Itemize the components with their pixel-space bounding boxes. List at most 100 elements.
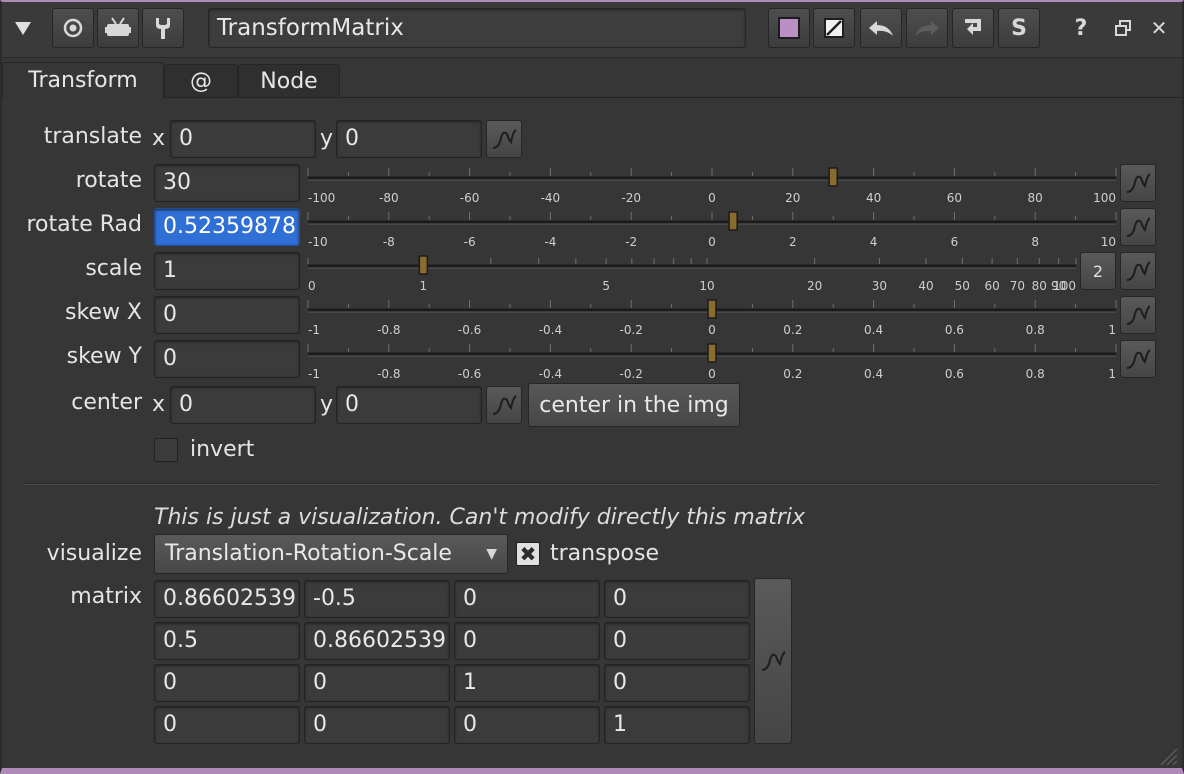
scale-curve-button[interactable] [1120, 252, 1156, 290]
curve-icon [492, 395, 517, 415]
translate-x-input[interactable]: 0 [170, 120, 316, 158]
skew-x-slider[interactable]: -1 -0.8 -0.6 -0.4 -0.2 0 0.2 0.4 0.6 0.8 1 [307, 292, 1117, 338]
rotate-slider[interactable]: -100 -80 -60 -40 -20 0 20 40 60 80 100 [307, 160, 1117, 206]
slider-tick-label: 40 [918, 279, 933, 293]
translate-y-label: y [320, 126, 334, 151]
matrix-cell-2-2: 1 [454, 664, 600, 702]
collapse-triangle-icon[interactable] [6, 8, 40, 48]
slider-tick-label: 0 [708, 323, 716, 337]
redo-button[interactable] [906, 8, 948, 48]
rotate-input[interactable]: 30 [154, 164, 300, 202]
slider-tick-label: -6 [464, 235, 476, 249]
title-bar: TransformMatrix S ? ✕ [2, 2, 1182, 58]
help-button[interactable]: ? [1064, 8, 1098, 48]
slider-tick-label: 0 [708, 191, 716, 205]
visualize-dropdown-value: Translation-Rotation-Scale [165, 541, 452, 566]
center-x-input[interactable]: 0 [170, 386, 316, 424]
tab-expressions[interactable]: @ [164, 64, 238, 98]
resize-grip-icon[interactable] [1156, 744, 1178, 766]
slider-tick-label: 1 [1108, 323, 1116, 337]
rotate-curve-button[interactable] [1120, 164, 1156, 202]
matrix-cell-0-3: 0 [604, 580, 750, 618]
slider-handle [728, 211, 738, 231]
slider-tick-label: -80 [379, 191, 399, 205]
slider-tick-label: 40 [866, 191, 881, 205]
undo-button[interactable] [860, 8, 902, 48]
settings-s-button[interactable]: S [998, 8, 1040, 48]
center-node-icon[interactable] [52, 8, 94, 48]
close-button[interactable]: ✕ [1142, 8, 1176, 48]
slider-tick-label: 8 [1031, 235, 1039, 249]
slider-tick-label: 1 [420, 279, 428, 293]
matrix-label: matrix [70, 584, 142, 609]
translate-y-input[interactable]: 0 [336, 120, 482, 158]
center-y-input[interactable]: 0 [336, 386, 482, 424]
skew-y-label: skew Y [66, 344, 142, 369]
slider-tick-label: 10 [699, 279, 714, 293]
slider-tick-label: 2 [789, 235, 797, 249]
slider-tick-label: 20 [785, 191, 800, 205]
curve-icon [1126, 173, 1151, 193]
skew-x-input[interactable]: 0 [154, 296, 300, 334]
tab-node[interactable]: Node [238, 64, 340, 98]
slider-tick-label: -100 [308, 191, 335, 205]
slider-tick-label: 60 [947, 191, 962, 205]
slider-tick-label: 100 [1053, 279, 1076, 293]
color-swatch-icon [778, 17, 800, 39]
scale-dimension-button[interactable]: 2 [1080, 252, 1116, 290]
reset-icon [965, 19, 981, 35]
slider-tick-label: 60 [984, 279, 999, 293]
color-swatch-2-button[interactable] [813, 8, 855, 48]
visualize-label: visualize [46, 541, 142, 566]
slider-tick-label: -0.4 [539, 367, 562, 381]
skew-x-curve-button[interactable] [1120, 296, 1156, 334]
curve-icon [492, 129, 517, 149]
invert-checkbox[interactable] [154, 438, 178, 462]
viewer-antenna-icon[interactable] [97, 8, 139, 48]
rotate-rad-label: rotate Rad [26, 212, 142, 237]
invert-label: invert [190, 437, 255, 462]
center-curve-button[interactable] [486, 386, 522, 424]
reset-button[interactable] [952, 8, 994, 48]
slider-tick-label: 80 [1032, 279, 1047, 293]
skew-y-input[interactable]: 0 [154, 340, 300, 378]
slider-tick-label: -8 [383, 235, 395, 249]
slider-tick-label: -60 [460, 191, 480, 205]
rotate-rad-curve-button[interactable] [1120, 208, 1156, 246]
slider-tick-label: 0 [708, 367, 716, 381]
slider-tick-label: -40 [541, 191, 561, 205]
transpose-checkbox[interactable]: ✖ [516, 542, 540, 566]
visualization-note: This is just a visualization. Can't modi… [154, 505, 806, 530]
slider-handle [707, 299, 717, 319]
matrix-cell-3-2: 0 [454, 706, 600, 744]
rotate-rad-slider[interactable]: -10 -8 -6 -4 -2 0 2 4 6 8 10 [307, 204, 1117, 250]
skew-y-curve-button[interactable] [1120, 340, 1156, 378]
slider-tick-label: -0.2 [619, 367, 642, 381]
undo-icon [869, 21, 893, 36]
visualize-dropdown[interactable]: Translation-Rotation-Scale ▼ [154, 534, 508, 574]
center-label: center [71, 390, 142, 415]
curve-icon [761, 651, 786, 671]
skew-y-slider[interactable]: -1 -0.8 -0.6 -0.4 -0.2 0 0.2 0.4 0.6 0.8 1 [307, 336, 1117, 382]
rotate-rad-input[interactable]: 0.52359878 [154, 208, 300, 246]
restore-window-icon[interactable] [1106, 8, 1140, 48]
tab-transform[interactable]: Transform [2, 62, 164, 98]
slider-tick-label: -0.2 [619, 323, 642, 337]
slider-tick-label: -0.6 [458, 323, 481, 337]
slider-tick-label: 80 [1028, 191, 1043, 205]
scale-slider[interactable]: 0 1 5 10 20 30 40 50 60 70 80 90 100 [307, 248, 1077, 294]
curve-icon [1126, 261, 1151, 281]
translate-curve-button[interactable] [486, 120, 522, 158]
slider-handle [828, 167, 838, 187]
diagonal-swatch-icon [824, 18, 844, 38]
node-color-button[interactable] [768, 8, 810, 48]
scale-input[interactable]: 1 [154, 252, 300, 290]
slider-handle [418, 255, 429, 275]
translate-label: translate [43, 124, 142, 149]
matrix-curve-button[interactable] [754, 578, 792, 744]
node-name-field[interactable]: TransformMatrix [208, 8, 746, 48]
wrench-icon[interactable] [142, 8, 184, 48]
matrix-cell-3-1: 0 [304, 706, 450, 744]
slider-handle [707, 343, 717, 363]
center-in-image-button[interactable]: center in the img [528, 383, 740, 427]
